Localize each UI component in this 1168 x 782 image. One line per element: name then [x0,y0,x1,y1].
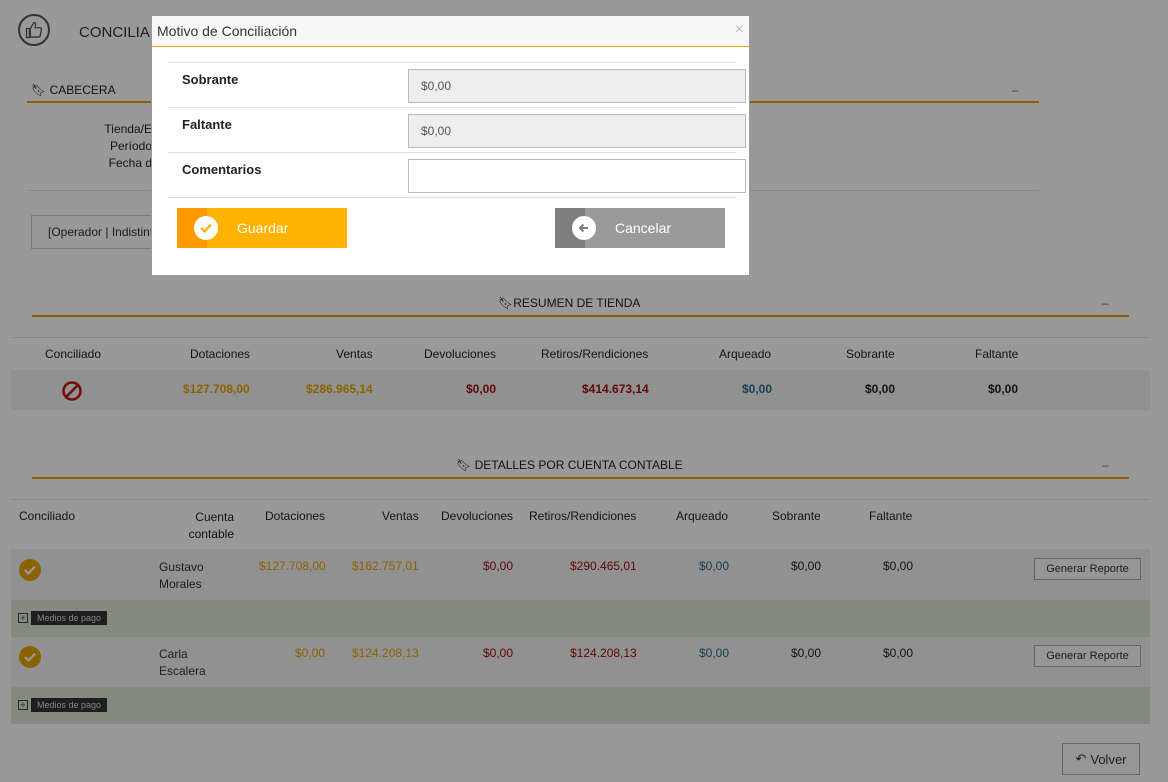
guardar-label: Guardar [237,220,289,236]
cancelar-label: Cancelar [615,220,672,236]
sobrante-input[interactable] [408,69,746,103]
arrow-left-circle-icon [572,216,596,240]
form-row-comentarios: Comentarios [168,152,746,198]
modal-title: Motivo de Conciliación [157,23,298,39]
comentarios-label: Comentarios [182,162,262,177]
comentarios-input[interactable] [408,159,746,193]
form-row-sobrante: Sobrante [168,62,746,107]
faltante-label: Faltante [182,117,232,132]
sobrante-label: Sobrante [182,72,239,87]
conciliation-modal: Motivo de Conciliación × Sobrante Faltan… [151,15,750,276]
modal-header: Motivo de Conciliación × [152,16,749,47]
form-row-faltante: Faltante [168,107,746,152]
close-icon[interactable]: × [735,21,744,39]
cancelar-button[interactable]: Cancelar [555,208,725,248]
guardar-button[interactable]: Guardar [177,208,347,248]
faltante-input[interactable] [408,114,746,148]
check-circle-icon [194,216,218,240]
